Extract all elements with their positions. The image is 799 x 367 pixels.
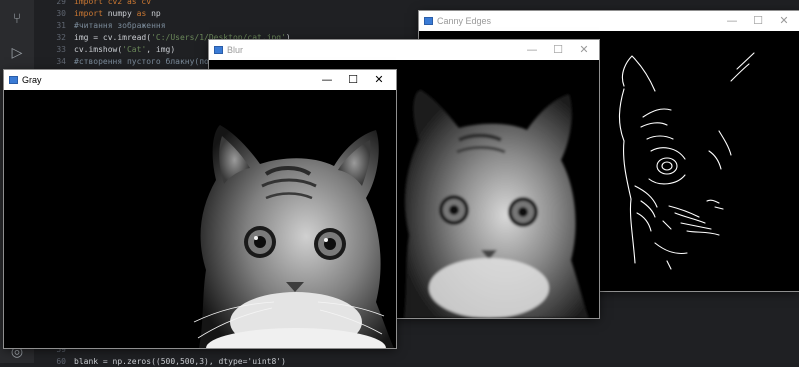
blur-titlebar[interactable]: Blur — ☐ ✕ (209, 40, 599, 60)
minimize-button[interactable]: — (519, 42, 545, 58)
close-button[interactable]: ✕ (571, 42, 597, 58)
maximize-button[interactable]: ☐ (545, 42, 571, 58)
code-token: 'Cat' (122, 45, 147, 54)
code-token: cv.imshow( (74, 45, 123, 54)
line-number: 31 (56, 21, 66, 30)
code-line[interactable]: 31 #читання зображення (34, 20, 166, 31)
blur-window-title: Blur (227, 45, 244, 55)
code-token: blank = np.zeros((500,500,3), dtype='uin… (74, 357, 286, 366)
code-line[interactable]: 60 blank = np.zeros((500,500,3), dtype='u… (34, 356, 286, 367)
line-number: 32 (56, 33, 66, 42)
gray-image (4, 90, 396, 348)
canny-titlebar[interactable]: Canny Edges — ☐ ✕ (419, 11, 799, 31)
close-button[interactable]: ✕ (366, 72, 392, 88)
gray-titlebar[interactable]: Gray — ☐ ✕ (4, 70, 396, 90)
window-app-icon (424, 17, 433, 25)
minimize-button[interactable]: — (314, 72, 340, 88)
code-token: import cv2 as cv (74, 0, 152, 6)
gray-window-title: Gray (22, 75, 42, 85)
code-token: , img) (146, 45, 176, 54)
line-number: 30 (56, 9, 66, 18)
line-number: 60 (56, 357, 66, 366)
line-number: 34 (56, 57, 66, 66)
minimize-button[interactable]: — (719, 13, 745, 29)
line-number: 33 (56, 45, 66, 54)
code-token: as (136, 9, 152, 18)
window-app-icon (9, 76, 18, 84)
code-token: import (74, 9, 108, 18)
code-token: #створення пустого блакну(пол (74, 57, 214, 66)
close-button[interactable]: ✕ (771, 13, 797, 29)
grayscale-cat-photo (193, 125, 394, 348)
source-control-icon[interactable]: ⑂ (8, 10, 26, 28)
run-debug-icon[interactable]: ▷ (8, 44, 26, 62)
code-token: #читання зображення (74, 21, 166, 30)
code-token: numpy (107, 9, 137, 18)
maximize-button[interactable]: ☐ (745, 13, 771, 29)
code-token: img = cv.imread( (74, 33, 152, 42)
code-line[interactable]: 29 import cv2 as cv (34, 0, 151, 7)
window-app-icon (214, 46, 223, 54)
code-line[interactable]: 34 #створення пустого блакну(пол (34, 56, 214, 67)
canny-window-title: Canny Edges (437, 16, 492, 26)
code-line[interactable]: 30 import numpy as np (34, 8, 161, 19)
line-number: 29 (56, 0, 66, 6)
code-token: np (151, 9, 161, 18)
maximize-button[interactable]: ☐ (340, 72, 366, 88)
gray-window[interactable]: Gray — ☐ ✕ (4, 70, 396, 348)
code-line[interactable]: 33 cv.imshow('Cat', img) (34, 44, 175, 55)
